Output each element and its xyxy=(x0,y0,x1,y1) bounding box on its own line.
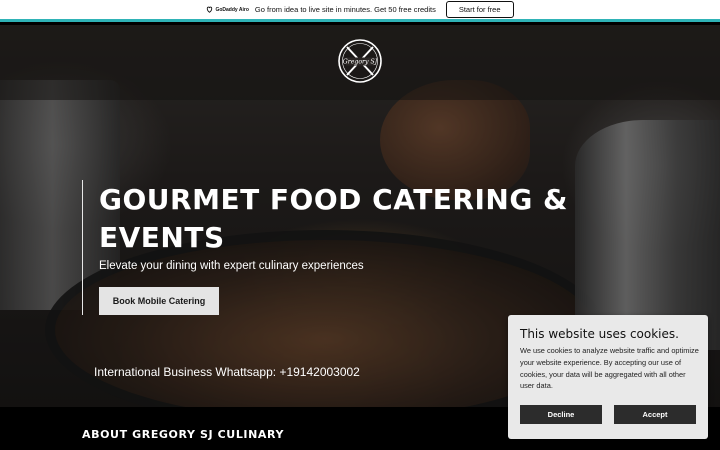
hero-accent-line xyxy=(82,180,83,315)
svg-text:Gregory SJ: Gregory SJ xyxy=(343,59,378,66)
cookie-dialog: This website uses cookies. We use cookie… xyxy=(508,315,708,439)
hero-title: GOURMET FOOD CATERING & EVENTS xyxy=(99,183,568,254)
accept-cookies-button[interactable]: Accept xyxy=(614,405,696,424)
godaddy-icon xyxy=(207,6,213,13)
cookie-title: This website uses cookies. xyxy=(520,327,679,341)
promo-banner: GoDaddy Airo Go from idea to live site i… xyxy=(0,0,720,22)
crossed-utensils-logo-icon: Gregory SJ xyxy=(338,39,382,83)
site-logo[interactable]: Gregory SJ xyxy=(337,38,383,84)
about-heading: ABOUT GREGORY SJ CULINARY xyxy=(82,428,285,441)
godaddy-logo: GoDaddy Airo xyxy=(206,6,249,13)
decline-cookies-button[interactable]: Decline xyxy=(520,405,602,424)
cookie-body: We use cookies to analyze website traffi… xyxy=(520,346,699,391)
start-for-free-button[interactable]: Start for free xyxy=(445,1,514,18)
godaddy-brand: GoDaddy Airo xyxy=(215,6,249,13)
whatsapp-contact: International Business Whattsapp: +19142… xyxy=(94,365,360,379)
book-mobile-catering-button[interactable]: Book Mobile Catering xyxy=(99,287,219,315)
promo-text: Go from idea to live site in minutes. Ge… xyxy=(254,5,436,14)
hero-subtitle: Elevate your dining with expert culinary… xyxy=(99,260,364,272)
